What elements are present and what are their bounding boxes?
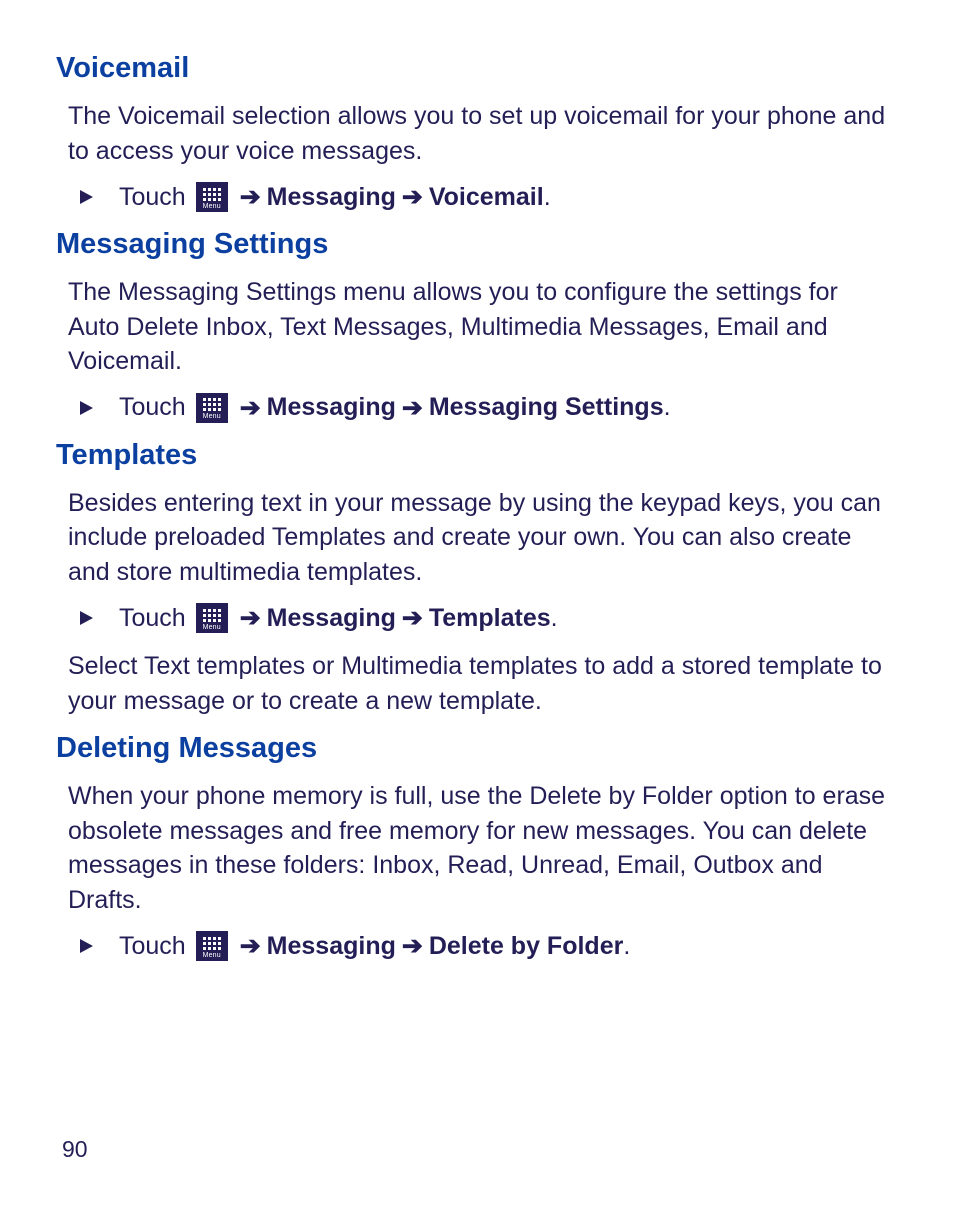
body-messaging-settings: The Messaging Settings menu allows you t… — [68, 275, 894, 379]
heading-templates: Templates — [56, 439, 894, 472]
body-voicemail: The Voicemail selection allows you to se… — [68, 99, 894, 168]
body-deleting-messages: When your phone memory is full, use the … — [68, 779, 894, 917]
arrow-icon: ➔ — [402, 393, 423, 423]
arrow-icon: ➔ — [240, 931, 261, 961]
heading-voicemail: Voicemail — [56, 52, 894, 85]
menu-icon-label: Menu — [203, 203, 221, 210]
path-messaging-settings: Messaging Settings — [429, 393, 664, 422]
menu-icon: Menu — [196, 393, 228, 423]
arrow-icon: ➔ — [402, 931, 423, 961]
arrow-icon: ➔ — [240, 603, 261, 633]
heading-deleting-messages: Deleting Messages — [56, 732, 894, 765]
path-delete-by-folder: Delete by Folder — [429, 932, 624, 961]
touch-label: Touch — [119, 393, 186, 422]
menu-icon-label: Menu — [203, 413, 221, 420]
arrow-icon: ➔ — [402, 182, 423, 212]
path-messaging: Messaging — [267, 604, 396, 633]
path-templates: Templates — [429, 604, 551, 633]
touch-label: Touch — [119, 604, 186, 633]
step-delete-by-folder: Touch Menu ➔ Messaging ➔ Delete by Folde… — [80, 931, 894, 961]
menu-icon-label: Menu — [203, 624, 221, 631]
menu-icon-label: Menu — [203, 952, 221, 959]
arrow-icon: ➔ — [240, 182, 261, 212]
path-messaging: Messaging — [267, 932, 396, 961]
menu-icon: Menu — [196, 182, 228, 212]
path-messaging: Messaging — [267, 183, 396, 212]
menu-icon: Menu — [196, 603, 228, 633]
path-messaging: Messaging — [267, 393, 396, 422]
arrow-icon: ➔ — [240, 393, 261, 423]
arrow-icon: ➔ — [402, 603, 423, 633]
heading-messaging-settings: Messaging Settings — [56, 228, 894, 261]
touch-label: Touch — [119, 932, 186, 961]
step-templates: Touch Menu ➔ Messaging ➔ Templates. — [80, 603, 894, 633]
document-page: Voicemail The Voicemail selection allows… — [0, 0, 954, 1209]
step-voicemail: Touch Menu ➔ Messaging ➔ Voicemail. — [80, 182, 894, 212]
body-templates-1: Besides entering text in your message by… — [68, 486, 894, 590]
menu-icon: Menu — [196, 931, 228, 961]
play-triangle-icon — [80, 190, 93, 204]
page-number: 90 — [62, 1136, 88, 1163]
play-triangle-icon — [80, 939, 93, 953]
play-triangle-icon — [80, 611, 93, 625]
path-voicemail: Voicemail — [429, 183, 544, 212]
touch-label: Touch — [119, 183, 186, 212]
play-triangle-icon — [80, 401, 93, 415]
body-templates-2: Select Text templates or Multimedia temp… — [68, 649, 894, 718]
step-messaging-settings: Touch Menu ➔ Messaging ➔ Messaging Setti… — [80, 393, 894, 423]
